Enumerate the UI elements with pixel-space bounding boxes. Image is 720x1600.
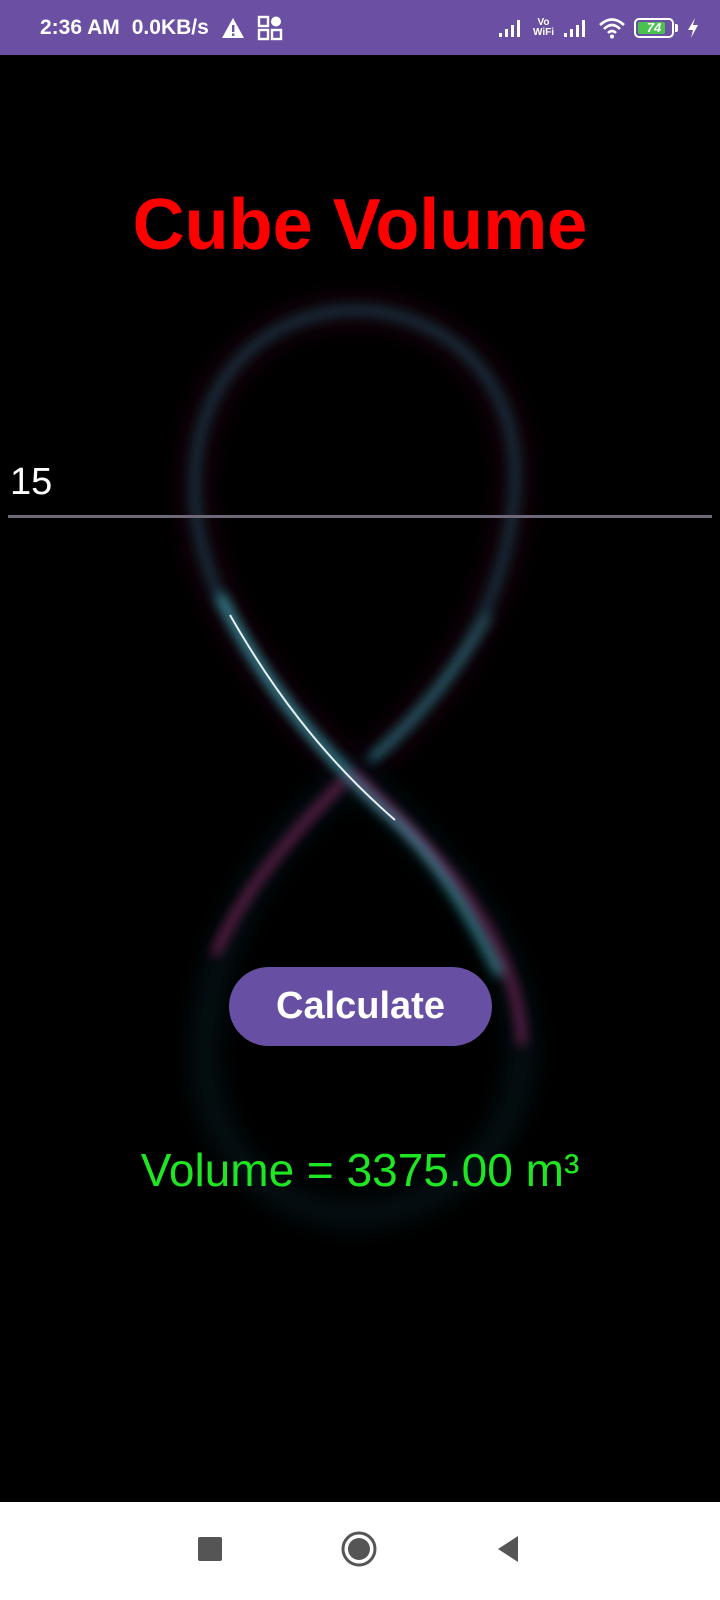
side-length-input-wrapper	[8, 450, 712, 522]
apps-icon	[257, 15, 283, 41]
warning-icon	[221, 17, 245, 39]
status-bar-left: 2:36 AM 0.0KB/s	[40, 0, 283, 55]
navigation-bar	[0, 1502, 720, 1600]
signal-icon	[497, 18, 525, 38]
network-speed: 0.0KB/s	[131, 15, 209, 39]
app-screen: 2:36 AM 0.0KB/s Vo WiFi 74 Cube Volume 1…	[0, 0, 720, 1600]
home-button[interactable]	[334, 1526, 384, 1576]
status-bar-right: Vo WiFi 74	[497, 0, 700, 55]
side-length-input[interactable]	[8, 450, 712, 518]
calculate-button[interactable]: Calculate	[229, 967, 492, 1046]
back-icon	[494, 1534, 522, 1569]
page-title: Cube Volume	[132, 185, 588, 265]
battery-icon: 74	[634, 17, 678, 38]
battery-body: 74	[634, 17, 674, 38]
battery-tip	[675, 23, 678, 32]
vowifi-top-label: Vo	[537, 16, 550, 28]
signal-icon	[562, 18, 590, 38]
status-time: 2:36 AM	[40, 15, 120, 39]
light-loop-background	[189, 304, 528, 1221]
vowifi-bottom-label: WiFi	[532, 26, 554, 38]
status-bar: 2:36 AM 0.0KB/s Vo WiFi 74	[0, 0, 720, 55]
charging-icon	[686, 17, 700, 39]
recents-icon	[197, 1536, 223, 1567]
vowifi-icon: Vo WiFi	[532, 16, 554, 38]
volume-result: Volume = 3375.00 m³	[140, 1144, 580, 1196]
wifi-icon	[598, 17, 626, 39]
home-icon	[339, 1529, 379, 1574]
back-button[interactable]	[483, 1526, 533, 1576]
recents-button[interactable]	[185, 1526, 235, 1576]
battery-level: 74	[646, 20, 662, 35]
